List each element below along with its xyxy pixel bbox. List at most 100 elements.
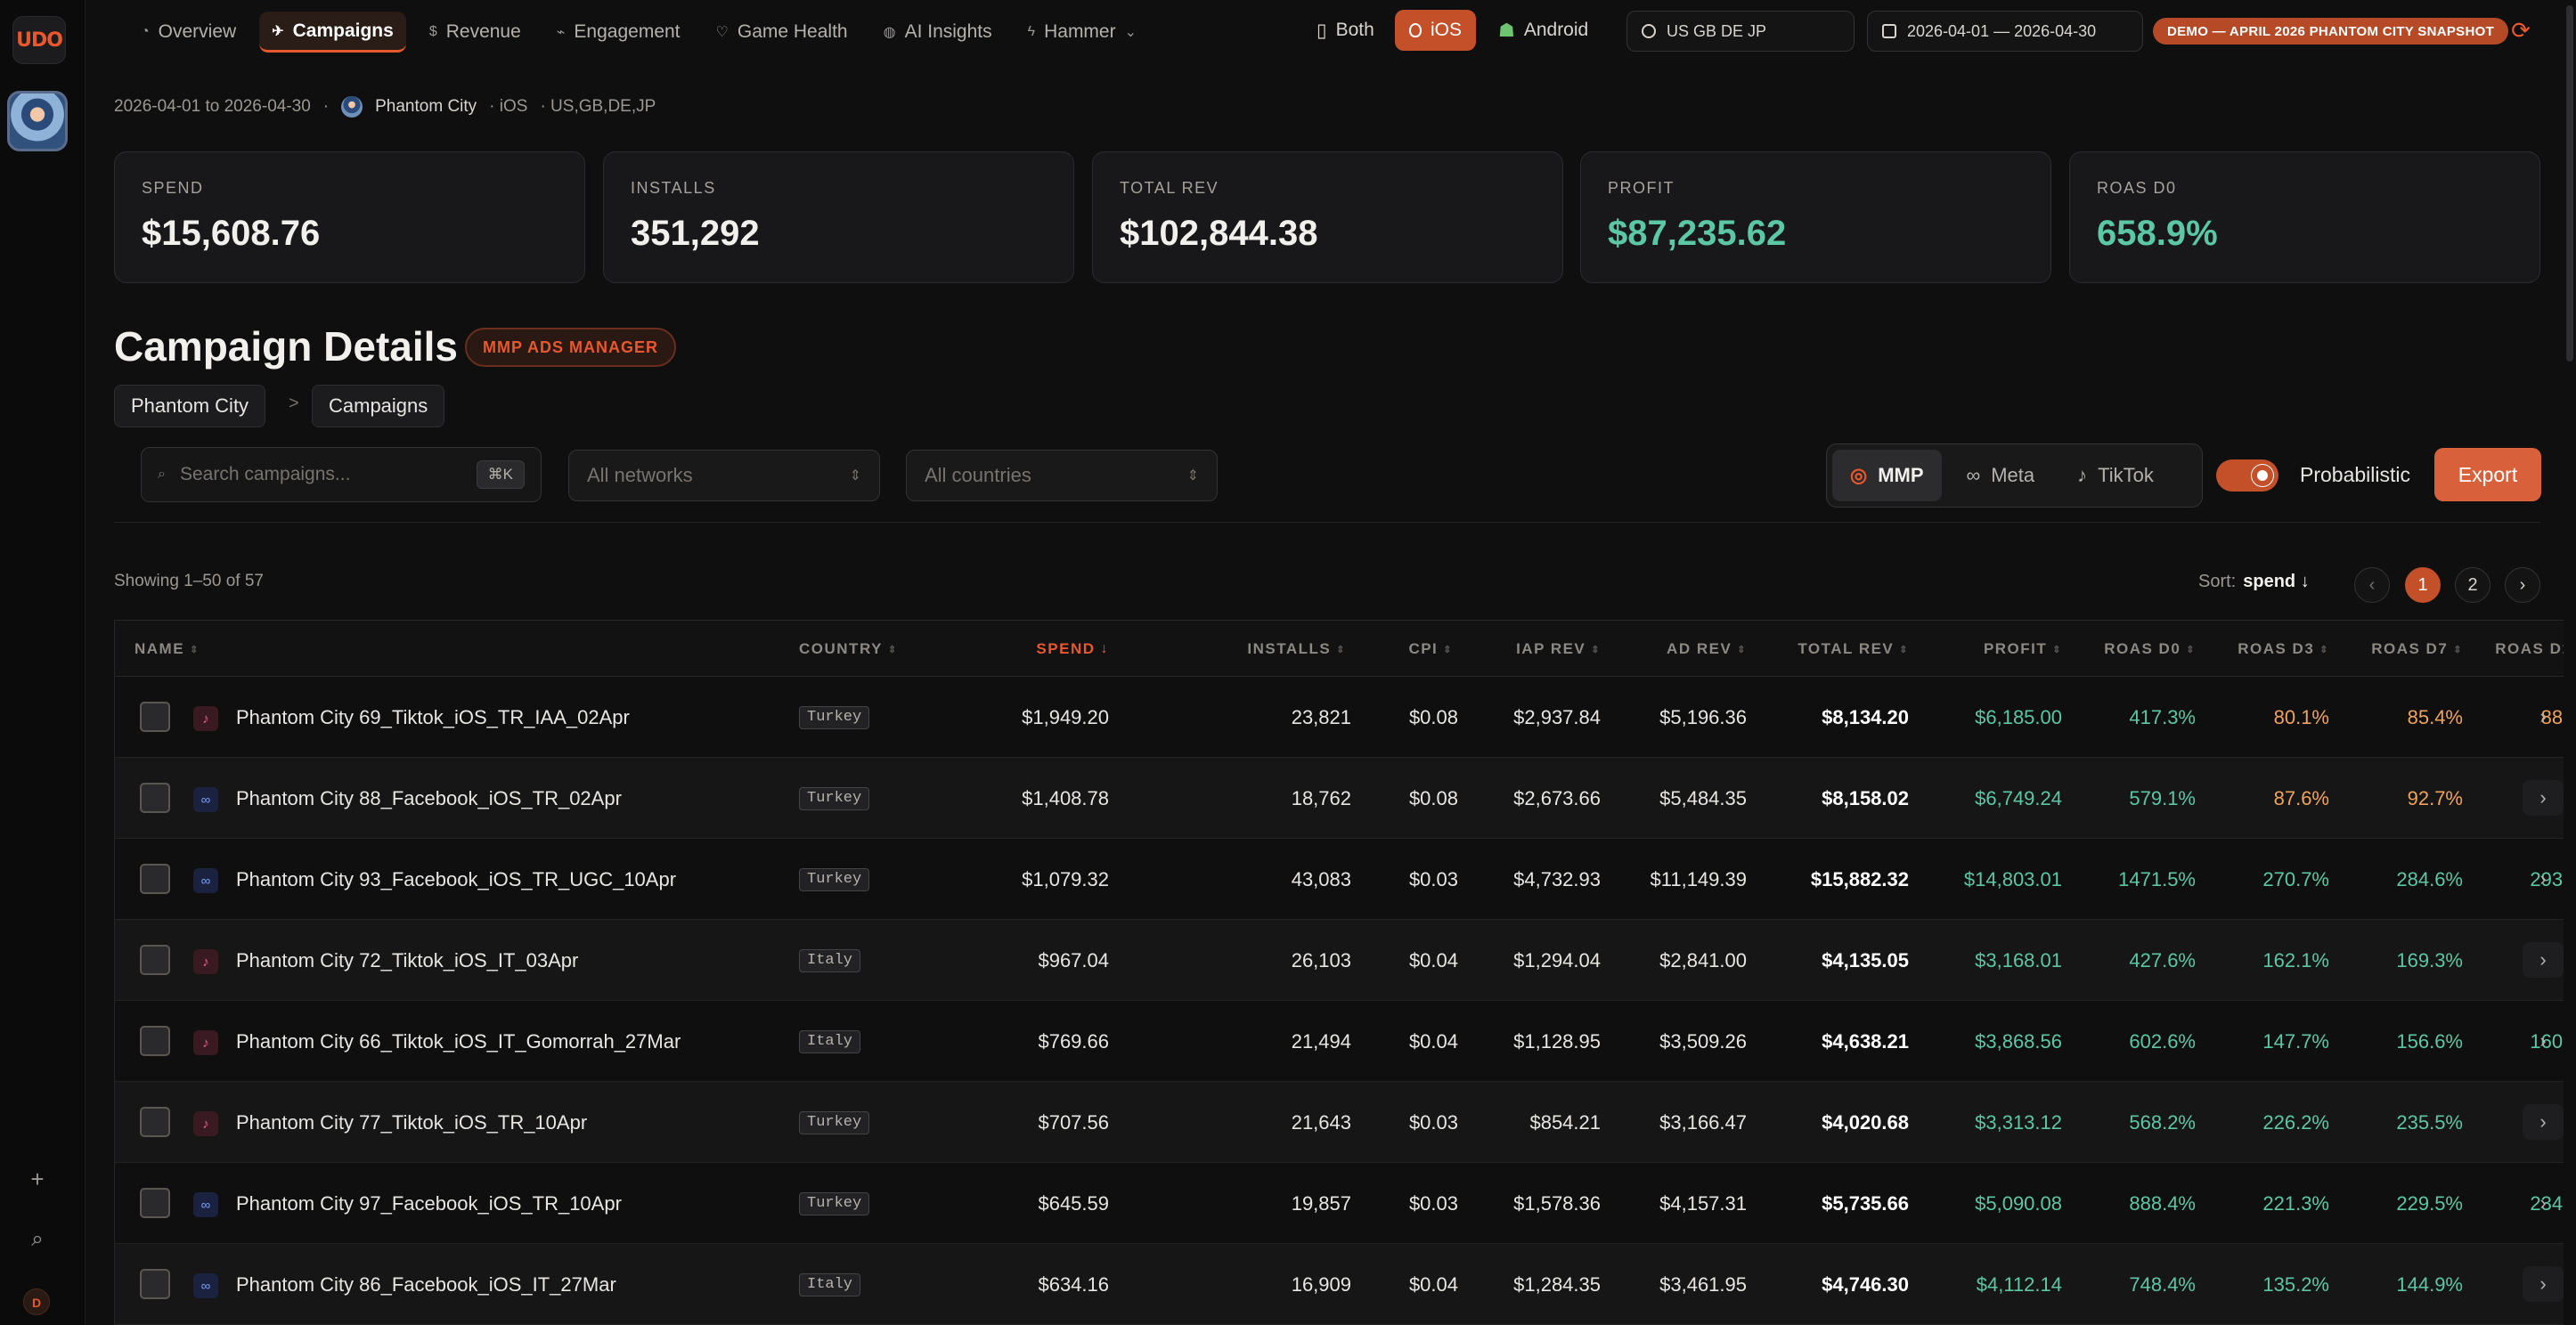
col-installs[interactable]: INSTALLS ⇕ bbox=[1113, 621, 1346, 678]
cpi-cell: $0.08 bbox=[1408, 705, 1458, 728]
breadcrumb-app[interactable]: Phantom City bbox=[114, 385, 266, 427]
iap-rev-cell: $1,294.04 bbox=[1513, 948, 1601, 971]
campaign-name[interactable]: Phantom City 93_Facebook_iOS_TR_UGC_10Ap… bbox=[236, 839, 676, 920]
row-expand-chevron-icon[interactable]: › bbox=[2523, 699, 2564, 735]
overview-icon: ◔ bbox=[141, 24, 150, 39]
country-filter[interactable]: US GB DE JP bbox=[1626, 11, 1855, 52]
col-total-rev[interactable]: TOTAL REV ⇕ bbox=[1754, 621, 1909, 678]
campaign-name[interactable]: Phantom City 69_Tiktok_iOS_TR_IAA_02Apr bbox=[236, 677, 630, 758]
col-iap-rev[interactable]: IAP REV ⇕ bbox=[1460, 621, 1601, 678]
kpi-label: ROAS D0 bbox=[2097, 179, 2177, 197]
search-icon: ⌕ bbox=[158, 467, 166, 482]
row-expand-chevron-icon[interactable]: › bbox=[2523, 1266, 2564, 1302]
campaign-name[interactable]: Phantom City 88_Facebook_iOS_TR_02Apr bbox=[236, 758, 622, 839]
row-expand-chevron-icon[interactable]: › bbox=[2523, 861, 2564, 897]
source-meta[interactable]: ∞ Meta bbox=[1949, 450, 2053, 501]
next-page-button[interactable]: › bbox=[2505, 567, 2540, 603]
col-roas-d14[interactable]: ROAS D14⇕ bbox=[2466, 621, 2576, 678]
row-expand-chevron-icon[interactable]: › bbox=[2523, 780, 2564, 816]
breadcrumb-campaigns[interactable]: Campaigns bbox=[312, 385, 445, 427]
sort-control[interactable]: Sort: spend ↓ bbox=[2198, 572, 2310, 592]
row-checkbox[interactable] bbox=[140, 702, 170, 732]
row-expand-chevron-icon[interactable]: › bbox=[2523, 1023, 2564, 1059]
table-row[interactable]: ♪ Phantom City 66_Tiktok_iOS_IT_Gomorrah_… bbox=[114, 1001, 2576, 1082]
table-row[interactable]: ♪ Phantom City 77_Tiktok_iOS_TR_10Apr Turk… bbox=[114, 1082, 2576, 1163]
table-row[interactable]: ∞ Phantom City 88_Facebook_iOS_TR_02Apr Tu… bbox=[114, 758, 2576, 839]
total-rev-cell: $8,134.20 bbox=[1822, 705, 1909, 728]
network-select[interactable]: All networks ⇕ bbox=[568, 450, 880, 501]
row-checkbox[interactable] bbox=[140, 783, 170, 813]
prev-page-button[interactable]: ‹ bbox=[2354, 567, 2390, 603]
platform-android[interactable]: ☗ Android bbox=[1484, 10, 1602, 51]
source-label: TikTok bbox=[2098, 464, 2154, 486]
col-cpi[interactable]: CPI ⇕ bbox=[1353, 621, 1453, 678]
toggle-knob bbox=[2252, 465, 2273, 486]
scrollbar[interactable] bbox=[2564, 0, 2576, 1325]
android-icon: ☗ bbox=[1498, 20, 1515, 41]
platform-ios[interactable]: iOS bbox=[1395, 10, 1477, 51]
table-row[interactable]: ∞ Phantom City 86_Facebook_iOS_IT_27Mar It… bbox=[114, 1244, 2576, 1325]
col-profit[interactable]: PROFIT ⇕ bbox=[1914, 621, 2062, 678]
col-name[interactable]: NAME ⇕ bbox=[135, 621, 200, 678]
tab-label: Engagement bbox=[574, 21, 681, 42]
calendar-icon bbox=[1882, 24, 1896, 38]
platform-both[interactable]: ▯ Both bbox=[1302, 10, 1389, 51]
search-icon[interactable]: ⌕ bbox=[23, 1225, 52, 1254]
col-roas-d3[interactable]: ROAS D3 ⇕ bbox=[2199, 621, 2329, 678]
tab-game-health[interactable]: ♡ Game Health bbox=[704, 12, 860, 53]
page-2-button[interactable]: 2 bbox=[2455, 567, 2490, 603]
row-expand-chevron-icon[interactable]: › bbox=[2523, 1104, 2564, 1140]
col-country[interactable]: COUNTRY ⇕ bbox=[799, 621, 898, 678]
add-icon[interactable]: + bbox=[23, 1165, 52, 1193]
date-range-picker[interactable]: 2026-04-01 — 2026-04-30 bbox=[1867, 11, 2143, 52]
table-row[interactable]: ♪ Phantom City 72_Tiktok_iOS_IT_03Apr Ital… bbox=[114, 920, 2576, 1001]
row-checkbox[interactable] bbox=[140, 1026, 170, 1056]
col-roas-d7[interactable]: ROAS D7 ⇕ bbox=[2333, 621, 2463, 678]
tab-campaigns[interactable]: ✈ Campaigns bbox=[259, 12, 406, 53]
context-line: 2026-04-01 to 2026-04-30 · Phantom City … bbox=[114, 96, 656, 118]
meta-icon: ∞ bbox=[193, 1192, 218, 1217]
campaigns-icon: ✈ bbox=[272, 23, 284, 39]
row-checkbox[interactable] bbox=[140, 1269, 170, 1299]
export-button[interactable]: Export bbox=[2434, 448, 2541, 501]
probabilistic-toggle[interactable] bbox=[2216, 459, 2278, 492]
col-ad-rev[interactable]: AD REV ⇕ bbox=[1611, 621, 1747, 678]
page-title: Campaign Details bbox=[114, 323, 458, 370]
row-checkbox[interactable] bbox=[140, 945, 170, 975]
tab-ai-insights[interactable]: ◍ AI Insights bbox=[871, 12, 1005, 53]
campaign-name[interactable]: Phantom City 77_Tiktok_iOS_TR_10Apr bbox=[236, 1082, 587, 1163]
campaign-name[interactable]: Phantom City 86_Facebook_iOS_IT_27Mar bbox=[236, 1244, 616, 1325]
source-tiktok[interactable]: ♪ TikTok bbox=[2059, 450, 2172, 501]
country-select[interactable]: All countries ⇕ bbox=[906, 450, 1218, 501]
refresh-icon[interactable]: ⟳ bbox=[2505, 14, 2537, 46]
total-rev-cell: $8,158.02 bbox=[1822, 786, 1909, 809]
tab-engagement[interactable]: ⌁ Engagement bbox=[544, 12, 693, 53]
kpi-label: INSTALLS bbox=[631, 179, 716, 197]
table-row[interactable]: ∞ Phantom City 93_Facebook_iOS_TR_UGC_10A… bbox=[114, 839, 2576, 920]
row-expand-chevron-icon[interactable]: › bbox=[2523, 942, 2564, 978]
row-expand-chevron-icon[interactable]: › bbox=[2523, 1185, 2564, 1221]
col-spend[interactable]: SPEND ↓ bbox=[1006, 621, 1109, 678]
col-roas-d0[interactable]: ROAS D0 ⇕ bbox=[2066, 621, 2196, 678]
campaign-name[interactable]: Phantom City 66_Tiktok_iOS_IT_Gomorrah_2… bbox=[236, 1001, 681, 1082]
tab-hammer[interactable]: ϟ Hammer ⌄ bbox=[1015, 12, 1149, 53]
source-mmp[interactable]: ◎ MMP bbox=[1832, 450, 1942, 501]
table-row[interactable]: ∞ Phantom City 97_Facebook_iOS_TR_10Apr Tu… bbox=[114, 1163, 2576, 1244]
row-checkbox[interactable] bbox=[140, 1188, 170, 1218]
search-placeholder: Search campaigns... bbox=[179, 464, 351, 484]
chevron-down-icon: ⌄ bbox=[1124, 25, 1137, 40]
app-logo[interactable]: UDO bbox=[12, 16, 66, 64]
page-1-button[interactable]: 1 bbox=[2405, 567, 2441, 603]
tab-overview[interactable]: ◔ Overview bbox=[128, 12, 249, 53]
search-input[interactable]: ⌕ Search campaigns... ⌘K bbox=[141, 447, 542, 502]
user-avatar[interactable]: D bbox=[23, 1288, 50, 1315]
scrollbar-thumb[interactable] bbox=[2566, 5, 2573, 362]
campaign-name[interactable]: Phantom City 72_Tiktok_iOS_IT_03Apr bbox=[236, 920, 578, 1001]
game-avatar-icon[interactable] bbox=[7, 91, 68, 151]
campaign-name[interactable]: Phantom City 97_Facebook_iOS_TR_10Apr bbox=[236, 1163, 622, 1244]
row-checkbox[interactable] bbox=[140, 1107, 170, 1137]
tab-revenue[interactable]: $ Revenue bbox=[417, 12, 534, 53]
tab-label: Overview bbox=[158, 21, 237, 42]
row-checkbox[interactable] bbox=[140, 864, 170, 894]
table-row[interactable]: ♪ Phantom City 69_Tiktok_iOS_TR_IAA_02Apr… bbox=[114, 677, 2576, 758]
